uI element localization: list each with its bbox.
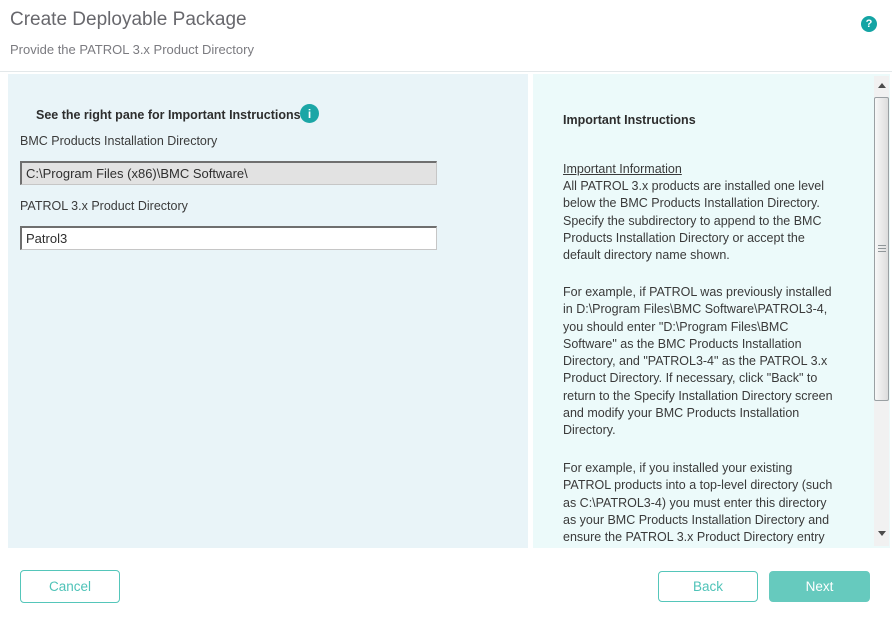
instructions-title: Important Instructions <box>563 113 696 127</box>
text-line: return to the Specify Installation Direc… <box>563 388 873 405</box>
scroll-up-button[interactable] <box>874 78 889 93</box>
scroll-down-button[interactable] <box>874 526 889 541</box>
cancel-button[interactable]: Cancel <box>20 570 120 603</box>
instructions-panel: Important Instructions Important Informa… <box>533 74 890 548</box>
next-button[interactable]: Next <box>769 571 870 602</box>
text-line: ensure the PATROL 3.x Product Directory … <box>563 529 873 546</box>
text-line: Directory, and "PATROL3-4" as the PATROL… <box>563 353 873 370</box>
patrol-directory-input[interactable] <box>20 226 437 250</box>
text-line: you should enter "D:\Program Files\BMC <box>563 319 873 336</box>
text-line: above is left blank. If necessary, click… <box>563 546 873 548</box>
text-line: PATROL products into a top-level directo… <box>563 477 873 494</box>
text-line: Directory. <box>563 422 873 439</box>
text-line: as your BMC Products Installation Direct… <box>563 512 873 529</box>
text-line: Product Directory. If necessary, click "… <box>563 370 873 387</box>
text-line: Products Installation Directory or accep… <box>563 230 873 247</box>
instructions-paragraph: For example, if PATROL was previously in… <box>563 284 873 440</box>
scrollbar-track[interactable] <box>874 76 889 546</box>
page-subtitle: Provide the PATROL 3.x Product Directory <box>10 42 254 57</box>
text-line: Software" as the BMC Products Installati… <box>563 336 873 353</box>
help-icon[interactable]: ? <box>861 16 877 32</box>
text-line: below the BMC Products Installation Dire… <box>563 195 873 212</box>
form-panel: See the right pane for Important Instruc… <box>8 74 528 548</box>
header-divider <box>0 71 892 72</box>
page-title: Create Deployable Package <box>10 9 247 31</box>
scroll-thumb-grip-icon <box>878 245 886 253</box>
wizard-window: Create Deployable Package Provide the PA… <box>0 0 892 620</box>
text-line: as C:\PATROL3-4) you must enter this dir… <box>563 495 873 512</box>
scroll-down-icon <box>878 531 886 536</box>
scroll-up-icon <box>878 83 886 88</box>
info-icon[interactable]: i <box>300 104 319 123</box>
text-line: default directory name shown. <box>563 247 873 264</box>
text-line: in D:\Program Files\BMC Software\PATROL3… <box>563 301 873 318</box>
important-information-heading: Important Information <box>563 161 682 178</box>
bmc-directory-label: BMC Products Installation Directory <box>20 134 217 148</box>
instructions-paragraph: All PATROL 3.x products are installed on… <box>563 178 873 264</box>
text-line: Specify the subdirectory to append to th… <box>563 213 873 230</box>
instructions-paragraph: For example, if you installed your exist… <box>563 460 873 548</box>
bmc-directory-input[interactable] <box>20 161 437 185</box>
back-button[interactable]: Back <box>658 571 758 602</box>
text-line: and modify your BMC Products Installatio… <box>563 405 873 422</box>
text-line: All PATROL 3.x products are installed on… <box>563 178 873 195</box>
instructions-note: See the right pane for Important Instruc… <box>36 108 301 122</box>
scroll-thumb[interactable] <box>874 97 889 401</box>
text-line: For example, if you installed your exist… <box>563 460 873 477</box>
text-line: For example, if PATROL was previously in… <box>563 284 873 301</box>
patrol-directory-label: PATROL 3.x Product Directory <box>20 199 188 213</box>
